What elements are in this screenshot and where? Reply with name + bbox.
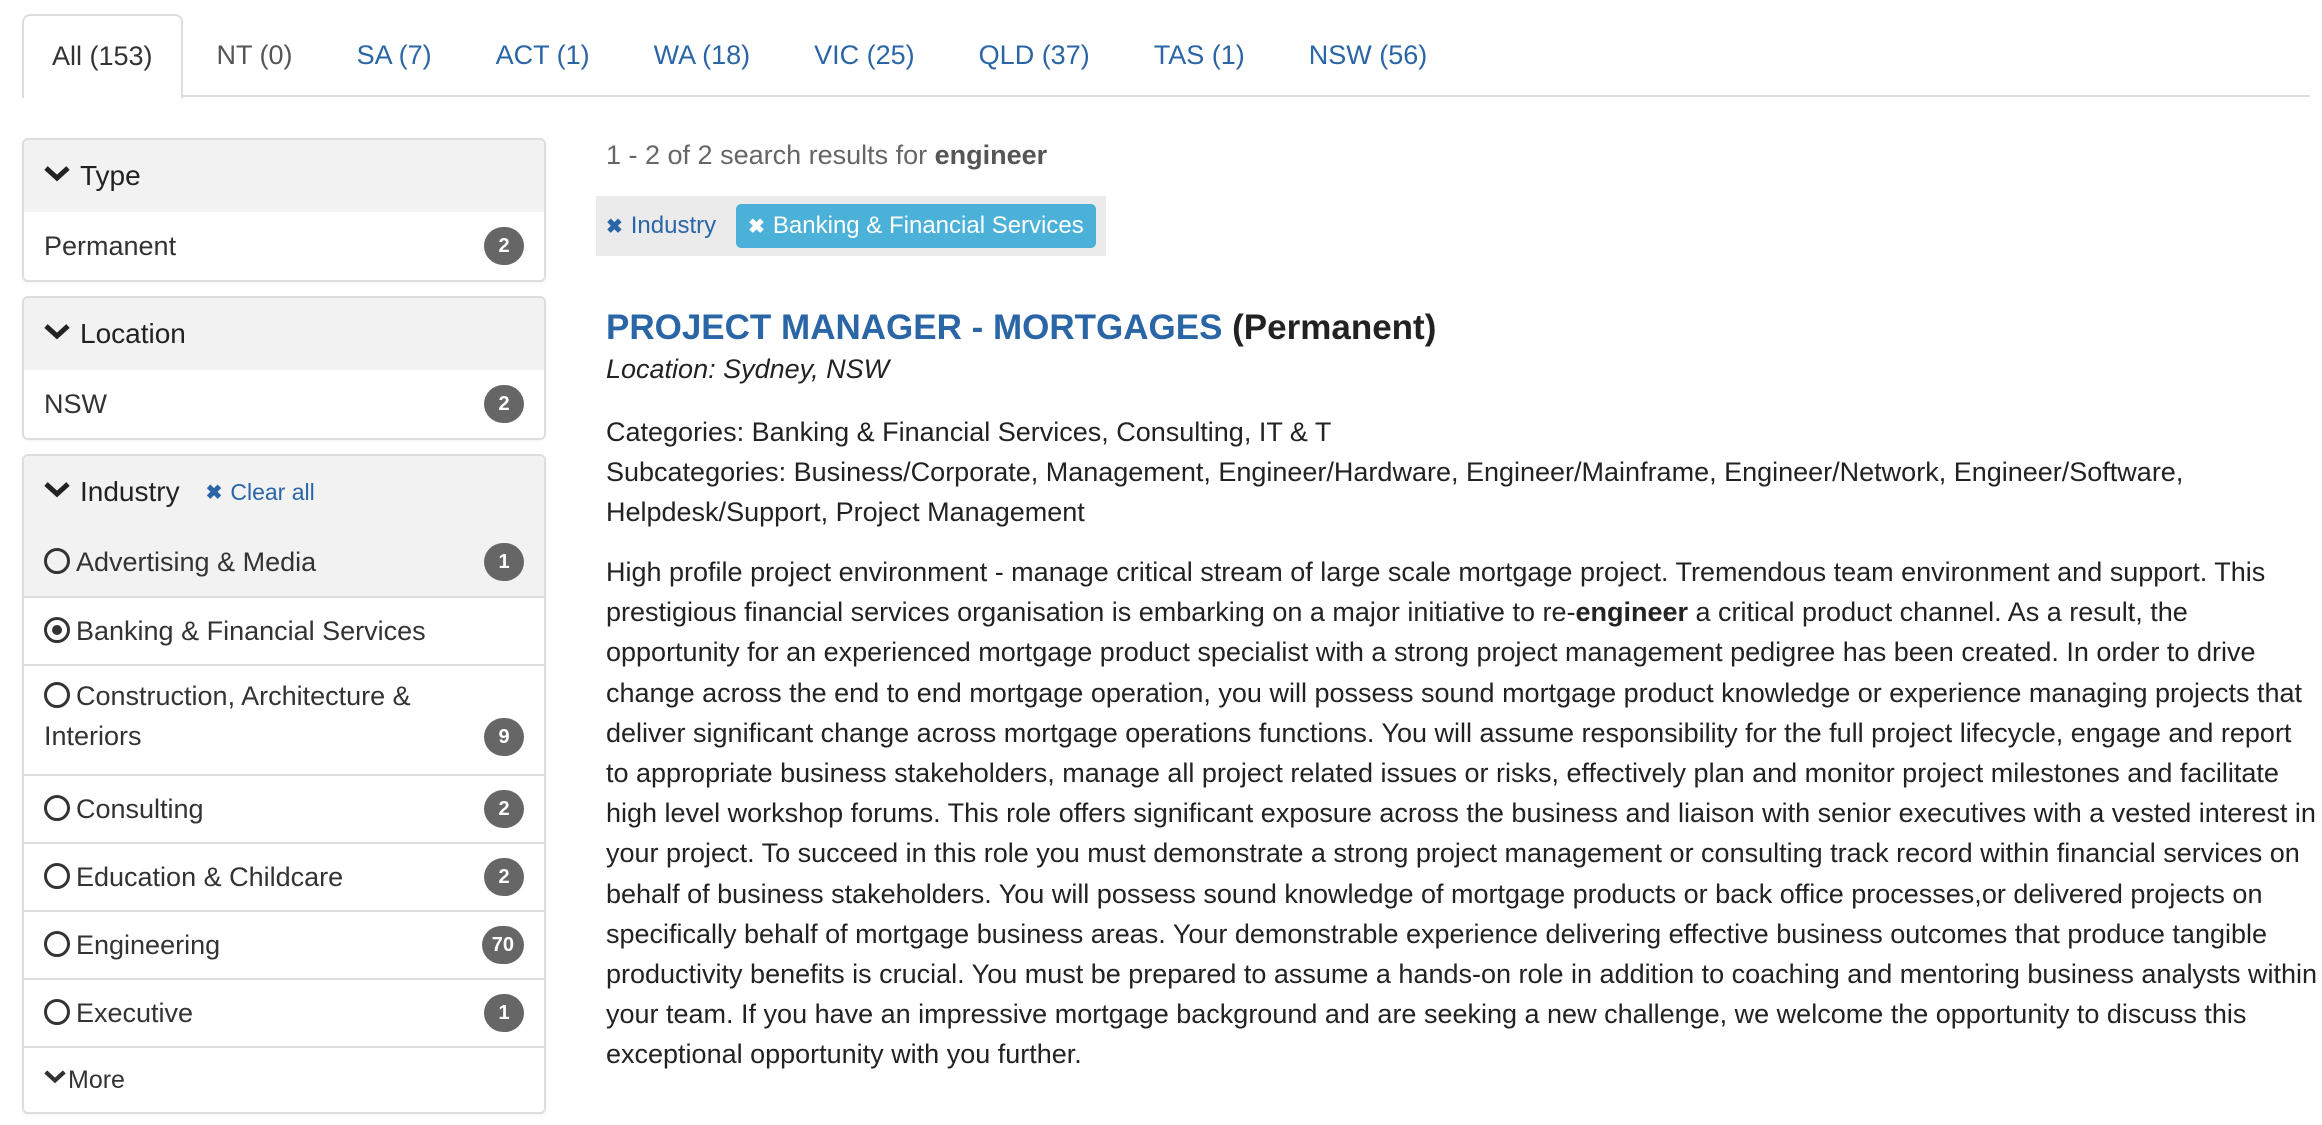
option-label: Advertising & Media (76, 547, 317, 577)
filter-facet-label: Industry (630, 212, 717, 239)
location-panel-title: Location (80, 318, 186, 349)
industry-option-engineering[interactable]: Engineering 70 (24, 910, 544, 978)
tab-tas[interactable]: TAS (1) (1124, 14, 1275, 97)
chevron-down-icon (44, 317, 70, 343)
count-badge: 2 (484, 227, 524, 265)
radio-unchecked-icon (44, 931, 70, 957)
option-label: Education & Childcare (76, 862, 344, 892)
tab-sa[interactable]: SA (7) (327, 14, 462, 97)
job-type: (Permanent) (1232, 308, 1437, 347)
tab-nsw[interactable]: NSW (56) (1279, 14, 1458, 97)
location-panel-header[interactable]: Location (24, 298, 544, 370)
search-query: engineer (934, 140, 1048, 170)
industry-panel-header[interactable]: Industry ✖ Clear all (24, 456, 544, 528)
count-badge: 70 (481, 926, 524, 964)
remove-banking-filter[interactable]: ✖ Banking & Financial Services (736, 204, 1096, 248)
industry-option-construction[interactable]: Construction, Architecture & Interiors 9 (24, 664, 544, 774)
tab-wa[interactable]: WA (18) (624, 14, 781, 97)
chevron-down-icon (44, 1064, 66, 1090)
tab-nt[interactable]: NT (0) (187, 14, 323, 97)
count-badge: 2 (484, 385, 524, 423)
location-option-nsw[interactable]: NSW 2 (24, 370, 544, 438)
industry-option-consulting[interactable]: Consulting 2 (24, 774, 544, 842)
count-badge: 1 (484, 543, 524, 581)
type-filter-panel: Type Permanent 2 (22, 138, 546, 282)
remove-industry-filter[interactable]: ✖ Industry (606, 212, 716, 240)
option-text: Banking & Financial Services (44, 611, 426, 651)
job-subcategories: Subcategories: Business/Corporate, Manag… (606, 457, 2184, 527)
tab-act[interactable]: ACT (1) (466, 14, 620, 97)
job-result: PROJECT MANAGER - MORTGAGES (Permanent) … (606, 308, 2317, 1075)
location-filter-panel: Location NSW 2 (22, 296, 546, 440)
option-text: Construction, Architecture & Interiors (44, 676, 464, 756)
count-badge: 1 (484, 994, 524, 1032)
option-text: Education & Childcare (44, 857, 343, 897)
industry-panel-title: Industry (80, 476, 180, 507)
industry-option-banking-financial-services[interactable]: Banking & Financial Services (24, 596, 544, 664)
type-panel-title: Type (80, 160, 141, 191)
radio-unchecked-icon (44, 548, 70, 574)
job-categories-block: Categories: Banking & Financial Services… (606, 412, 2306, 532)
radio-unchecked-icon (44, 682, 70, 708)
option-label: Engineering (76, 930, 221, 960)
type-option-permanent[interactable]: Permanent 2 (24, 212, 544, 280)
radio-unchecked-icon (44, 863, 70, 889)
tab-vic[interactable]: VIC (25) (784, 14, 945, 97)
count-badge: 2 (484, 858, 524, 896)
state-tabs: All (153) NT (0) SA (7) ACT (1) WA (18) … (22, 14, 2310, 99)
count-badge: 9 (484, 718, 524, 756)
filter-value-label: Banking & Financial Services (772, 212, 1084, 239)
industry-option-executive[interactable]: Executive 1 (24, 978, 544, 1046)
tab-qld[interactable]: QLD (37) (949, 14, 1120, 97)
type-panel-header[interactable]: Type (24, 140, 544, 212)
times-icon: ✖ (606, 215, 623, 238)
description-highlight: engineer (1575, 597, 1689, 628)
job-description: High profile project environment - manag… (606, 552, 2318, 1075)
times-icon: ✖ (748, 215, 765, 238)
active-filters-bar: ✖ Industry ✖ Banking & Financial Service… (596, 196, 1106, 256)
option-label: Consulting (76, 794, 204, 824)
more-label: More (68, 1065, 125, 1094)
chevron-down-icon (44, 475, 70, 501)
results-count-text: 1 - 2 of 2 search results for (606, 140, 935, 170)
chevron-down-icon (44, 159, 70, 185)
option-label: Executive (76, 998, 194, 1028)
industry-option-education-childcare[interactable]: Education & Childcare 2 (24, 842, 544, 910)
job-location: Location: Sydney, NSW (606, 354, 890, 384)
option-label: Construction, Architecture & Interiors (44, 681, 411, 751)
job-heading: PROJECT MANAGER - MORTGAGES (Permanent) (606, 308, 2306, 348)
industry-filter-panel: Industry ✖ Clear all Advertising & Media… (22, 454, 546, 1114)
option-text: Engineering (44, 925, 220, 965)
clear-all-link[interactable]: ✖ Clear all (206, 479, 315, 506)
results-summary: 1 - 2 of 2 search results for engineer (606, 140, 2306, 174)
job-title-link[interactable]: PROJECT MANAGER - MORTGAGES (606, 308, 1222, 347)
option-text: Advertising & Media (44, 542, 316, 582)
job-categories: Categories: Banking & Financial Services… (606, 417, 1332, 447)
radio-unchecked-icon (44, 999, 70, 1025)
option-label: Permanent (44, 231, 177, 261)
description-text: a critical product channel. As a result,… (606, 597, 2317, 1070)
option-label: Banking & Financial Services (76, 616, 426, 646)
radio-unchecked-icon (44, 795, 70, 821)
times-icon: ✖ (205, 481, 223, 504)
industry-option-advertising-media[interactable]: Advertising & Media 1 (24, 528, 544, 596)
option-text: Consulting (44, 789, 204, 829)
industry-more-toggle[interactable]: More (24, 1046, 544, 1112)
tab-all[interactable]: All (153) (22, 14, 183, 99)
option-label: NSW (44, 389, 107, 419)
clear-all-label: Clear all (230, 478, 315, 505)
filter-sidebar: Type Permanent 2 Location NSW 2 Industry… (22, 138, 546, 1125)
count-badge: 2 (484, 790, 524, 828)
option-text: Executive (44, 993, 193, 1033)
search-results: 1 - 2 of 2 search results for engineer ✖… (596, 140, 2317, 1075)
radio-checked-icon (44, 617, 70, 643)
